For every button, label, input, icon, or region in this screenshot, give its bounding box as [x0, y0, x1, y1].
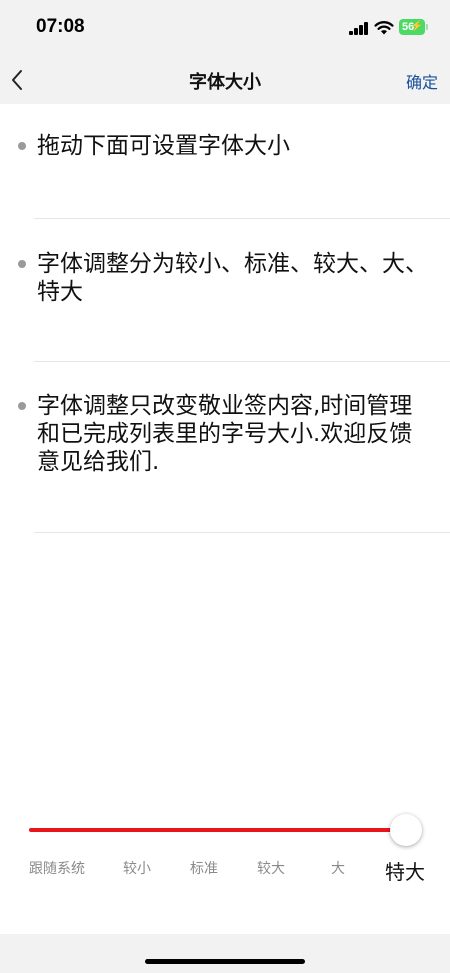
nav-bar: 字体大小 确定	[0, 56, 450, 104]
wifi-icon	[374, 21, 394, 35]
divider	[34, 532, 450, 533]
tip-text: 拖动下面可设置字体大小	[37, 133, 290, 159]
bullet-icon	[18, 142, 26, 150]
size-option-standard[interactable]: 标准	[190, 858, 218, 878]
size-option-larger[interactable]: 较大	[257, 858, 285, 878]
status-bar: 07:08 56 ⚡	[0, 0, 450, 56]
size-option-large[interactable]: 大	[331, 858, 345, 878]
size-option-follow-system[interactable]: 跟随系统	[29, 858, 85, 878]
page-title: 字体大小	[189, 72, 261, 93]
confirm-button[interactable]: 确定	[406, 69, 438, 93]
status-time: 07:08	[36, 16, 85, 37]
charging-bolt-icon: ⚡	[410, 21, 423, 32]
font-size-slider-thumb[interactable]	[390, 814, 422, 846]
battery-icon: 56 ⚡	[399, 19, 428, 35]
size-option-extra-large[interactable]: 特大	[385, 856, 425, 885]
home-indicator[interactable]	[145, 959, 305, 964]
divider	[34, 218, 450, 219]
font-size-slider-track[interactable]	[29, 828, 409, 832]
tip-text: 字体调整分为较小、标准、较大、大、特大	[37, 251, 428, 305]
divider	[34, 361, 450, 362]
content-area: 拖动下面可设置字体大小 字体调整分为较小、标准、较大、大、特大 字体调整只改变敬…	[0, 104, 450, 934]
bullet-icon	[18, 260, 26, 268]
home-indicator-area	[0, 934, 450, 973]
font-size-options: 跟随系统 较小 标准 较大 大 特大	[0, 858, 450, 898]
cellular-signal-icon	[349, 22, 369, 35]
size-option-smaller[interactable]: 较小	[123, 858, 151, 878]
bullet-icon	[18, 402, 26, 410]
tip-text: 字体调整只改变敬业签内容,时间管理和已完成列表里的字号大小.欢迎反馈意见给我们.	[37, 393, 413, 475]
